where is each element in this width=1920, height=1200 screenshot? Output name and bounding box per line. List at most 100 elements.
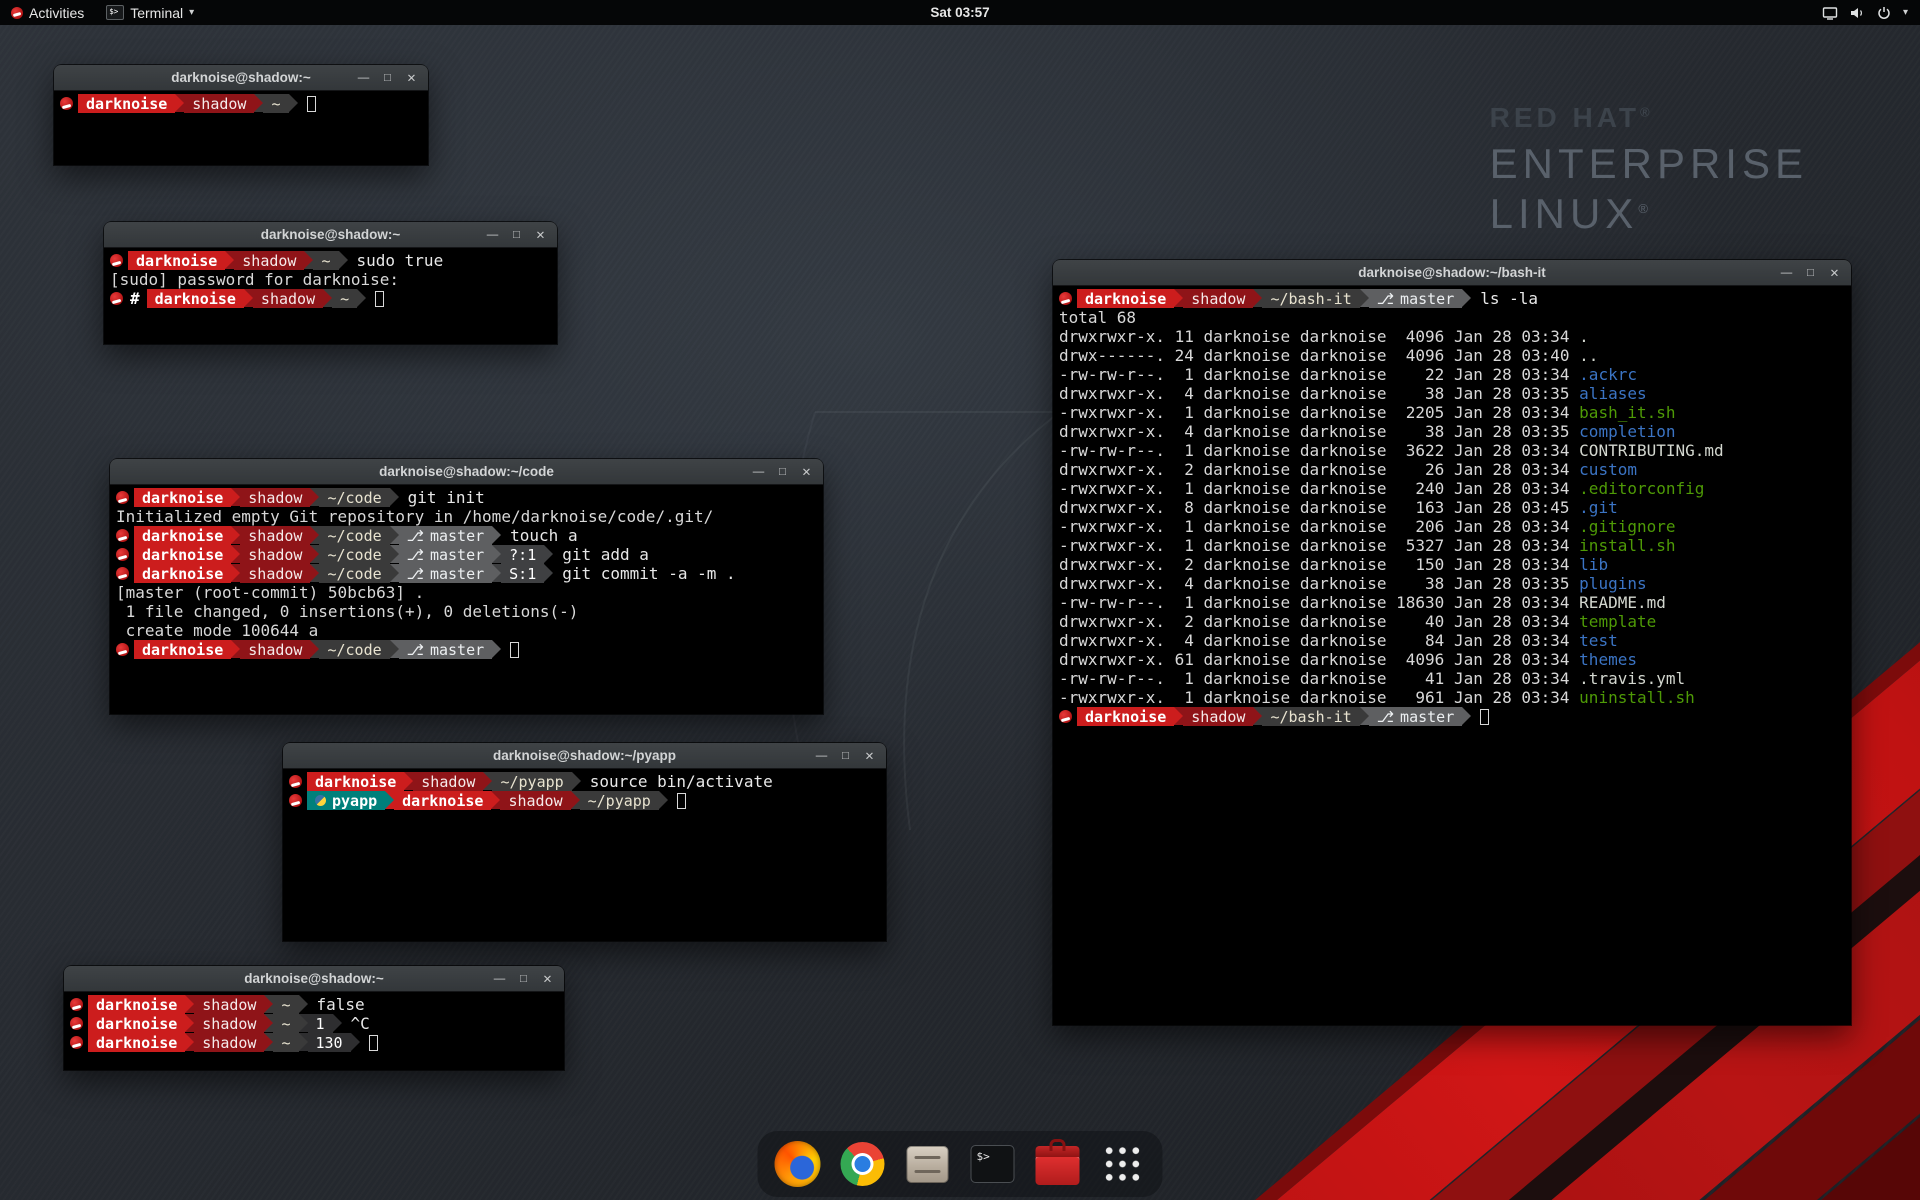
terminal-window-home-bottom[interactable]: darknoise@shadow:~ — □ ✕ darknoise shado… (64, 966, 564, 1070)
files-icon[interactable] (904, 1140, 952, 1188)
redhat-branding: RED HAT® ENTERPRISE LINUX® (1490, 102, 1808, 238)
close-button[interactable]: ✕ (860, 746, 879, 765)
git-branch-name: master (430, 546, 484, 564)
close-button[interactable]: ✕ (531, 225, 550, 244)
terminal-content[interactable]: darknoise shadow ~/bash-it ⎇ master ls -… (1053, 286, 1851, 729)
firefox-icon[interactable] (774, 1140, 822, 1188)
titlebar[interactable]: darknoise@shadow:~ — □ ✕ (54, 65, 428, 91)
powerline-separator (483, 772, 492, 790)
prompt-line: darknoise shadow ~ sudo true (110, 251, 551, 270)
terminal-window-sudo[interactable]: darknoise@shadow:~ — □ ✕ darknoise shado… (104, 222, 557, 344)
prompt-line-root: # darknoise shadow ~ (110, 289, 551, 308)
terminal-icon[interactable]: $> (969, 1140, 1017, 1188)
powerline-separator (264, 1014, 273, 1032)
ls-filename: .. (1579, 346, 1598, 365)
close-button[interactable]: ✕ (402, 68, 421, 87)
prompt-line: darknoise shadow ~/code git init (116, 488, 817, 507)
minimize-button[interactable]: — (1777, 263, 1796, 282)
minimize-button[interactable]: — (812, 746, 831, 765)
chrome-icon[interactable] (839, 1140, 887, 1188)
command-text: source bin/activate (581, 772, 773, 791)
close-button[interactable]: ✕ (1825, 263, 1844, 282)
ls-meta: drwxrwxr-x. 61 darknoise darknoise 4096 … (1059, 650, 1579, 669)
prompt-path-segment: ~/code (319, 564, 389, 583)
redhat-icon (289, 794, 302, 807)
activities-button[interactable]: Activities (0, 0, 95, 25)
powerline-separator (185, 1033, 194, 1051)
minimize-button[interactable]: — (490, 969, 509, 988)
command-text: touch a (501, 526, 577, 545)
redhat-icon (116, 529, 129, 542)
ls-meta: -rwxrwxr-x. 1 darknoise darknoise 961 Ja… (1059, 688, 1579, 707)
titlebar[interactable]: darknoise@shadow:~ — □ ✕ (104, 222, 557, 248)
prompt-host-segment: shadow (234, 251, 304, 270)
git-branch-icon: ⎇ (407, 641, 424, 659)
redhat-icon (70, 998, 83, 1011)
maximize-button[interactable]: □ (378, 68, 397, 87)
powerline-separator (1253, 289, 1262, 307)
toolbox-icon[interactable] (1034, 1140, 1082, 1188)
powerline-separator (385, 791, 394, 809)
powerline-separator (225, 251, 234, 269)
power-icon[interactable] (1876, 5, 1892, 21)
ls-row: -rw-rw-r--. 1 darknoise darknoise 41 Jan… (1059, 669, 1845, 688)
terminal-content[interactable]: darknoise shadow ~ sudo true [sudo] pass… (104, 248, 557, 311)
powerline-separator (659, 791, 668, 809)
prompt-path-segment: ~ (313, 251, 338, 270)
close-button[interactable]: ✕ (538, 969, 557, 988)
minimize-button[interactable]: — (749, 462, 768, 481)
clock[interactable]: Sat 03:57 (930, 5, 989, 20)
app-menu-terminal[interactable]: $> Terminal ▾ (95, 0, 205, 25)
terminal-window-pyapp[interactable]: darknoise@shadow:~/pyapp — □ ✕ darknoise… (283, 743, 886, 941)
venv-segment: pyapp (307, 791, 385, 810)
terminal-cursor (1480, 709, 1489, 725)
maximize-button[interactable]: □ (514, 969, 533, 988)
display-icon[interactable] (1822, 5, 1838, 21)
command-text: git init (399, 488, 485, 507)
terminal-content[interactable]: darknoise shadow ~/code git init Initial… (110, 485, 823, 662)
close-button[interactable]: ✕ (797, 462, 816, 481)
terminal-content[interactable]: darknoise shadow ~/pyapp source bin/acti… (283, 769, 886, 813)
prompt-user-segment: darknoise (134, 640, 231, 659)
terminal-content[interactable]: darknoise shadow ~ (54, 91, 428, 116)
git-branch-icon: ⎇ (407, 527, 424, 545)
powerline-separator (492, 640, 501, 658)
prompt-host-segment: shadow (194, 1014, 264, 1033)
titlebar[interactable]: darknoise@shadow:~/code — □ ✕ (110, 459, 823, 485)
maximize-button[interactable]: □ (507, 225, 526, 244)
app-grid-icon[interactable] (1099, 1140, 1147, 1188)
terminal-window-home-top[interactable]: darknoise@shadow:~ — □ ✕ darknoise shado… (54, 65, 428, 165)
minimize-button[interactable]: — (354, 68, 373, 87)
titlebar[interactable]: darknoise@shadow:~ — □ ✕ (64, 966, 564, 992)
git-branch-icon: ⎇ (407, 565, 424, 583)
ls-row: -rwxrwxr-x. 1 darknoise darknoise 961 Ja… (1059, 688, 1845, 707)
prompt-git-segment: ⎇ master (399, 564, 492, 583)
maximize-button[interactable]: □ (773, 462, 792, 481)
git-status-segment: S:1 (501, 564, 544, 583)
terminal-cursor (677, 793, 686, 809)
dock: $> (758, 1131, 1163, 1197)
ls-row: drwxrwxr-x. 4 darknoise darknoise 84 Jan… (1059, 631, 1845, 650)
powerline-separator (544, 564, 553, 582)
powerline-separator (572, 772, 581, 790)
window-title: darknoise@shadow:~/code (379, 464, 554, 479)
prompt-line: darknoise shadow ~/code ⎇ master S:1 git… (116, 564, 817, 583)
titlebar[interactable]: darknoise@shadow:~/pyapp — □ ✕ (283, 743, 886, 769)
maximize-button[interactable]: □ (1801, 263, 1820, 282)
ls-row: drwxrwxr-x. 11 darknoise darknoise 4096 … (1059, 327, 1845, 346)
minimize-button[interactable]: — (483, 225, 502, 244)
ls-filename: .travis.yml (1579, 669, 1685, 688)
volume-icon[interactable] (1849, 5, 1865, 21)
maximize-button[interactable]: □ (836, 746, 855, 765)
prompt-line-venv: pyapp darknoise shadow ~/pyapp (289, 791, 880, 810)
powerline-separator (1174, 289, 1183, 307)
terminal-window-bashit[interactable]: darknoise@shadow:~/bash-it — □ ✕ darknoi… (1053, 260, 1851, 1025)
prompt-host-segment: shadow (240, 564, 310, 583)
prompt-path-segment: ~/bash-it (1262, 289, 1359, 308)
titlebar[interactable]: darknoise@shadow:~/bash-it — □ ✕ (1053, 260, 1851, 286)
system-status-area[interactable]: ▾ (1810, 0, 1920, 25)
powerline-separator (333, 1014, 342, 1032)
terminal-window-code[interactable]: darknoise@shadow:~/code — □ ✕ darknoise … (110, 459, 823, 714)
git-branch-name: master (1400, 708, 1454, 726)
terminal-content[interactable]: darknoise shadow ~ false darknoise shado… (64, 992, 564, 1055)
